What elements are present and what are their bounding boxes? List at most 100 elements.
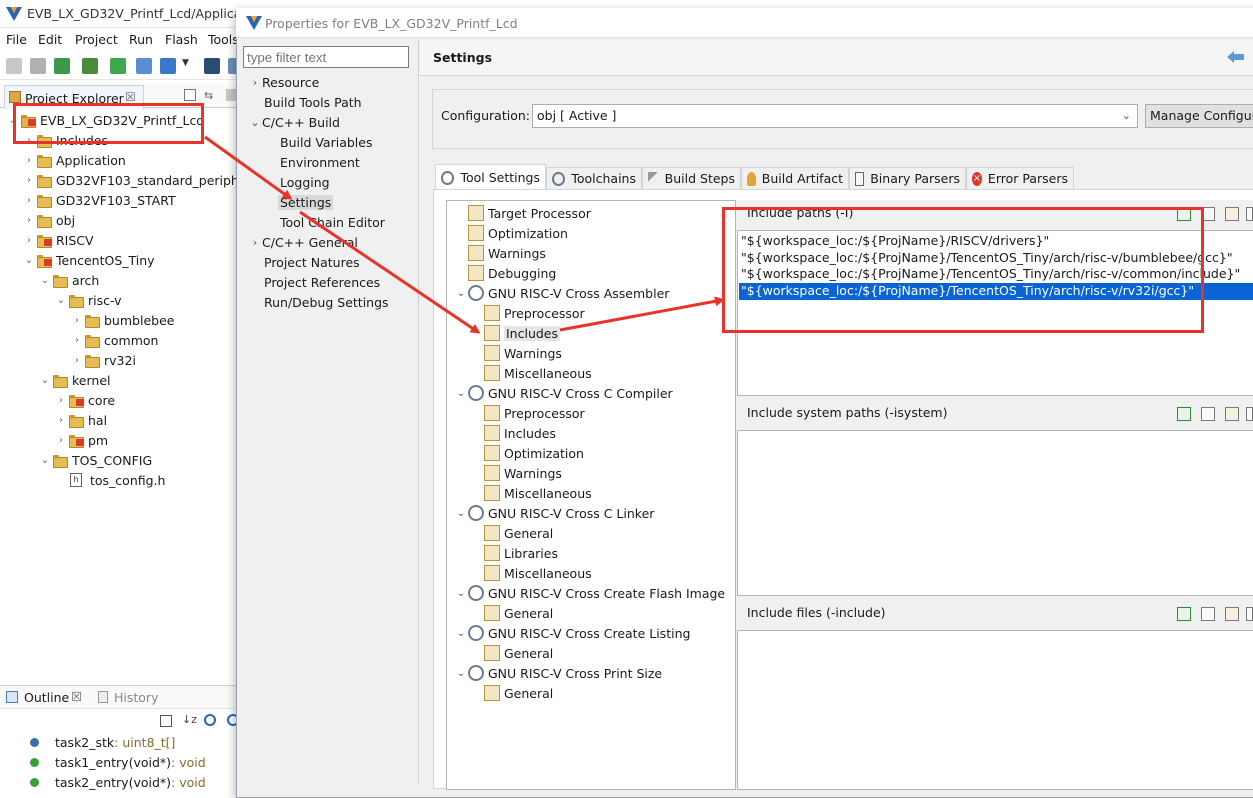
tool-item-target-processor[interactable]: Target Processor xyxy=(454,203,591,223)
chevron-down-icon[interactable]: ⌄ xyxy=(454,628,468,639)
sort-icon[interactable]: ↓z xyxy=(182,713,197,726)
terminal-icon[interactable] xyxy=(204,58,220,74)
tool-item-cc-includes[interactable]: Includes xyxy=(470,423,556,443)
tree-item-tencentos[interactable]: ⌄ TencentOS_Tiny xyxy=(22,250,155,270)
menu-flash[interactable]: Flash xyxy=(165,32,198,47)
tab-tool-settings[interactable]: Tool Settings xyxy=(435,164,546,190)
tool-item-assembler[interactable]: ⌄ GNU RISC-V Cross Assembler xyxy=(454,283,669,303)
outline-item[interactable]: task1_entry(void*) : void xyxy=(30,752,206,772)
tool-item-asm-misc[interactable]: Miscellaneous xyxy=(470,363,592,383)
include-files-list[interactable] xyxy=(737,630,1253,790)
tab-error-parsers[interactable]: × Error Parsers xyxy=(966,167,1074,189)
layout-icon[interactable] xyxy=(160,58,176,74)
tool-item-c-compiler[interactable]: ⌄ GNU RISC-V Cross C Compiler xyxy=(454,383,673,403)
tool-item-warnings[interactable]: Warnings xyxy=(454,243,546,263)
chevron-down-icon[interactable]: ⌄ xyxy=(38,375,52,386)
tree-item-riscv[interactable]: › RISCV xyxy=(22,230,94,250)
tree-item-pm[interactable]: › pm xyxy=(54,430,108,450)
tab-outline[interactable]: Outline xyxy=(24,690,69,705)
tree-item-bumblebee[interactable]: › bumblebee xyxy=(70,310,174,330)
move-up-icon[interactable] xyxy=(1246,407,1253,421)
tab-build-artifact[interactable]: Build Artifact xyxy=(741,167,849,189)
nav-item-resource[interactable]: › Resource xyxy=(248,72,320,92)
move-up-icon[interactable] xyxy=(1246,607,1253,621)
tree-item-tos-config-h[interactable]: h tos_config.h xyxy=(70,470,165,490)
chevron-right-icon[interactable]: › xyxy=(22,155,36,166)
new-icon[interactable] xyxy=(6,58,22,74)
link-editor-icon[interactable]: ⇆ xyxy=(204,89,218,102)
close-icon[interactable]: ☒ xyxy=(71,689,82,704)
outline-item[interactable]: task2_stk : uint8_t[] xyxy=(30,732,175,752)
move-up-icon[interactable] xyxy=(1246,207,1253,221)
tool-item-print-size[interactable]: ⌄ GNU RISC-V Cross Print Size xyxy=(454,663,662,683)
delete-icon[interactable] xyxy=(1201,607,1215,621)
chevron-down-icon[interactable]: ⌄ xyxy=(454,508,468,519)
tool-item-cc-preprocessor[interactable]: Preprocessor xyxy=(470,403,585,423)
nav-item-project-references[interactable]: Project References xyxy=(264,272,380,292)
chevron-right-icon[interactable]: › xyxy=(248,236,262,249)
chevron-down-icon[interactable]: ⌄ xyxy=(454,388,468,399)
tab-binary-parsers[interactable]: Binary Parsers xyxy=(849,167,966,189)
manage-configurations-button[interactable]: Manage Configurations... xyxy=(1145,104,1253,128)
back-arrow-icon[interactable] xyxy=(1227,50,1245,64)
tool-item-cc-optimization[interactable]: Optimization xyxy=(470,443,584,463)
tool-item-c-linker[interactable]: ⌄ GNU RISC-V Cross C Linker xyxy=(454,503,654,523)
nav-item-environment[interactable]: Environment xyxy=(280,152,360,172)
chevron-right-icon[interactable]: › xyxy=(22,215,36,226)
chevron-right-icon[interactable]: › xyxy=(22,195,36,206)
collapse-all-icon[interactable] xyxy=(160,715,172,727)
chevron-right-icon[interactable]: › xyxy=(54,435,68,446)
tool-item-cc-misc[interactable]: Miscellaneous xyxy=(470,483,592,503)
tree-item-obj[interactable]: › obj xyxy=(22,210,75,230)
add-icon[interactable] xyxy=(1177,607,1191,621)
menu-edit[interactable]: Edit xyxy=(38,32,62,47)
tool-item-cc-warnings[interactable]: Warnings xyxy=(470,463,562,483)
edit-icon[interactable] xyxy=(1225,407,1239,421)
tool-item-asm-includes[interactable]: Includes xyxy=(470,323,561,343)
nav-item-run-debug-settings[interactable]: Run/Debug Settings xyxy=(264,292,389,312)
menu-project[interactable]: Project xyxy=(75,32,118,47)
nav-item-logging[interactable]: Logging xyxy=(280,172,330,192)
chevron-right-icon[interactable]: › xyxy=(22,175,36,186)
include-system-paths-list[interactable] xyxy=(737,430,1253,596)
nav-item-project-natures[interactable]: Project Natures xyxy=(264,252,360,272)
chevron-down-icon[interactable]: ⌄ xyxy=(454,588,468,599)
nav-item-cpp-build[interactable]: ⌄ C/C++ Build xyxy=(248,112,340,132)
tree-item-common[interactable]: › common xyxy=(70,330,158,350)
tool-item-ld-general[interactable]: General xyxy=(470,523,553,543)
tab-build-steps[interactable]: Build Steps xyxy=(642,167,741,189)
chevron-right-icon[interactable]: › xyxy=(70,315,84,326)
outline-item[interactable]: task2_entry(void*) : void xyxy=(30,772,206,792)
nav-item-build-tools-path[interactable]: Build Tools Path xyxy=(264,92,362,112)
tab-toolchains[interactable]: Toolchains xyxy=(546,167,642,189)
chevron-right-icon[interactable]: › xyxy=(70,335,84,346)
tool-item-ld-libraries[interactable]: Libraries xyxy=(470,543,558,563)
chevron-down-icon[interactable]: ⌄ xyxy=(1122,109,1131,122)
chevron-right-icon[interactable]: › xyxy=(54,395,68,406)
chevron-down-icon[interactable]: ▼ xyxy=(182,58,190,74)
add-icon[interactable] xyxy=(1177,407,1191,421)
sash[interactable] xyxy=(418,40,419,784)
tool-item-asm-preprocessor[interactable]: Preprocessor xyxy=(470,303,585,323)
tool-item-ld-misc[interactable]: Miscellaneous xyxy=(470,563,592,583)
menu-run[interactable]: Run xyxy=(129,32,153,47)
tree-item-hal[interactable]: › hal xyxy=(54,410,107,430)
tree-item-kernel[interactable]: ⌄ kernel xyxy=(38,370,111,390)
chevron-down-icon[interactable]: ⌄ xyxy=(248,116,262,129)
close-icon[interactable]: ☒ xyxy=(125,90,136,104)
tool-item-flash-general[interactable]: General xyxy=(470,603,553,623)
delete-icon[interactable] xyxy=(1201,407,1215,421)
save-all-icon[interactable] xyxy=(30,58,46,74)
chevron-down-icon[interactable]: ⌄ xyxy=(38,455,52,466)
configure-icon[interactable] xyxy=(136,58,152,74)
tool-item-listing[interactable]: ⌄ GNU RISC-V Cross Create Listing xyxy=(454,623,690,643)
edit-icon[interactable] xyxy=(1225,607,1239,621)
tree-item-gd32vf103-start[interactable]: › GD32VF103_START xyxy=(22,190,176,210)
hide-fields-icon[interactable] xyxy=(204,714,216,726)
tool-item-listing-general[interactable]: General xyxy=(470,643,553,663)
edit-icon[interactable] xyxy=(1225,207,1239,221)
build-all-icon[interactable] xyxy=(82,58,98,74)
tree-item-rv32i[interactable]: › rv32i xyxy=(70,350,136,370)
tool-item-size-general[interactable]: General xyxy=(470,683,553,703)
chevron-down-icon[interactable]: ⌄ xyxy=(22,255,36,266)
